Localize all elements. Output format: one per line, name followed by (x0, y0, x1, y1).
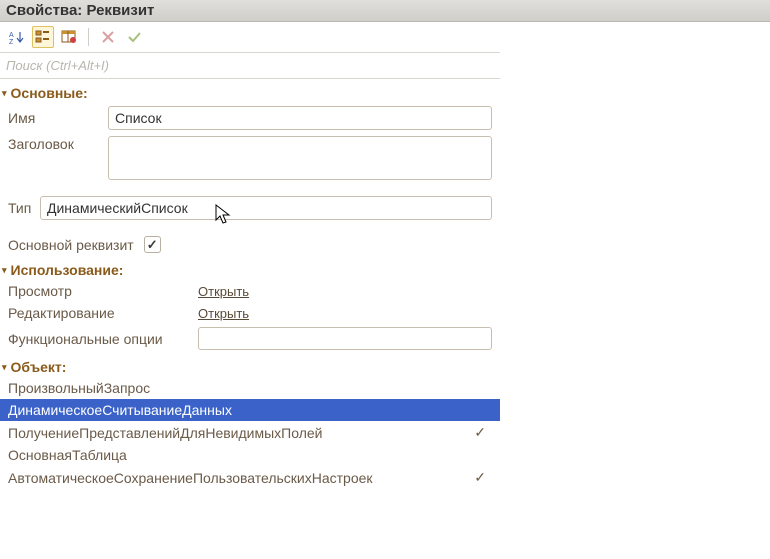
type-value: ДинамическийСписок (47, 200, 188, 216)
collapse-icon: ▾ (2, 265, 7, 276)
search-row (0, 53, 500, 79)
properties-body: ▾ Основные: Имя Заголовок Тип Динамическ… (0, 79, 500, 489)
object-label: АвтоматическоеСохранениеПользовательских… (8, 470, 474, 486)
row-primary: Основной реквизит ✓ (0, 233, 500, 256)
view-label: Просмотр (8, 283, 198, 299)
section-object-title: Объект: (11, 359, 67, 375)
primary-label: Основной реквизит (8, 237, 134, 253)
toolbar: AZ (0, 22, 500, 53)
table-view-button[interactable] (58, 26, 80, 48)
object-checkbox[interactable]: ✓ (474, 424, 486, 441)
object-row-auto-save-settings[interactable]: АвтоматическоеСохранениеПользовательских… (0, 466, 500, 489)
object-row-dynamic-read[interactable]: ДинамическоеСчитываниеДанных (0, 399, 500, 421)
name-label: Имя (8, 110, 108, 126)
object-row-main-table[interactable]: ОсновнаяТаблица (0, 444, 500, 466)
toolbar-separator (88, 28, 89, 46)
clear-button[interactable] (97, 26, 119, 48)
object-label: ДинамическоеСчитываниеДанных (8, 402, 486, 418)
row-edit: Редактирование Открыть (0, 302, 500, 324)
row-type: Тип ДинамическийСписок (0, 193, 500, 223)
svg-text:A: A (9, 32, 14, 39)
titlebar: Свойства: Реквизит (0, 0, 770, 22)
collapse-icon: ▾ (2, 88, 7, 99)
row-view: Просмотр Открыть (0, 280, 500, 302)
collapse-icon: ▾ (2, 362, 7, 373)
type-input[interactable]: ДинамическийСписок (40, 196, 492, 220)
title-label: Заголовок (8, 136, 108, 152)
object-label: ОсновнаяТаблица (8, 447, 486, 463)
primary-checkbox[interactable]: ✓ (144, 236, 161, 253)
type-label: Тип (8, 200, 40, 216)
fo-label: Функциональные опции (8, 331, 198, 347)
row-title: Заголовок (0, 133, 500, 183)
name-input[interactable] (108, 106, 492, 130)
object-label: ПолучениеПредставленийДляНевидимыхПолей (8, 425, 474, 441)
view-open-link[interactable]: Открыть (198, 284, 249, 299)
search-input[interactable] (4, 55, 496, 76)
section-usage-title: Использование: (11, 262, 124, 278)
sort-az-button[interactable]: AZ (6, 26, 28, 48)
section-main-title: Основные: (11, 85, 88, 101)
fo-input[interactable] (198, 327, 492, 350)
window-title: Свойства: Реквизит (6, 2, 154, 19)
object-checkbox[interactable]: ✓ (474, 469, 486, 486)
section-object-header[interactable]: ▾ Объект: (0, 353, 500, 377)
apply-button[interactable] (123, 26, 145, 48)
title-input[interactable] (108, 136, 492, 180)
edit-label: Редактирование (8, 305, 198, 321)
svg-text:Z: Z (9, 39, 14, 45)
edit-open-link[interactable]: Открыть (198, 306, 249, 321)
row-name: Имя (0, 103, 500, 133)
section-usage-header[interactable]: ▾ Использование: (0, 256, 500, 280)
object-row-invisible-fields[interactable]: ПолучениеПредставленийДляНевидимыхПолей … (0, 421, 500, 444)
object-label: ПроизвольныйЗапрос (8, 380, 486, 396)
row-fo: Функциональные опции (0, 324, 500, 353)
section-main-header[interactable]: ▾ Основные: (0, 79, 500, 103)
object-row-arbitrary-query[interactable]: ПроизвольныйЗапрос (0, 377, 500, 399)
categorized-button[interactable] (32, 26, 54, 48)
